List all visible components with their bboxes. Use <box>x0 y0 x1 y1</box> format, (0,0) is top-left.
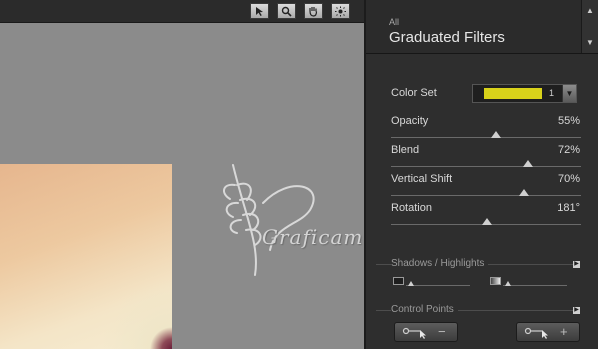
blend-slider-thumb[interactable] <box>522 160 533 167</box>
vertical-shift-label: Vertical Shift <box>391 173 453 185</box>
expand-arrow-icon[interactable]: ▶ <box>573 307 580 314</box>
color-set-swatch <box>484 88 542 99</box>
color-set-value: 1 <box>549 88 555 98</box>
highlights-slider[interactable] <box>503 285 567 286</box>
zoom-icon[interactable] <box>277 3 296 19</box>
scroll-down-icon[interactable]: ▼ <box>582 38 598 47</box>
filter-header: All Graduated Filters ▲ ▼ <box>366 0 598 54</box>
canvas-toolbar <box>0 0 364 23</box>
plus-icon: + <box>560 324 568 339</box>
opacity-slider[interactable] <box>391 131 581 138</box>
filter-scroll: ▲ ▼ <box>581 0 598 53</box>
scroll-up-icon[interactable]: ▲ <box>582 6 598 15</box>
rotation-label: Rotation <box>391 202 432 214</box>
blend-value: 72% <box>557 144 580 156</box>
highlights-slider-thumb[interactable] <box>505 281 511 286</box>
filter-title[interactable]: Graduated Filters <box>389 29 505 46</box>
image-preview <box>0 164 172 349</box>
control-point-icon <box>402 327 426 339</box>
vertical-shift-slider-thumb[interactable] <box>519 189 529 196</box>
shadows-highlights-header[interactable]: Shadows / Highlights <box>391 258 489 269</box>
color-set-dropdown[interactable]: 1 ▼ <box>472 84 577 103</box>
shadows-slider[interactable] <box>406 285 470 286</box>
rotation-value: 181° <box>557 202 580 214</box>
vertical-shift-value: 70% <box>557 173 580 185</box>
blend-slider[interactable] <box>391 160 581 167</box>
filter-category: All <box>389 17 400 27</box>
hand-pan-icon[interactable] <box>304 3 323 19</box>
filter-panel: All Graduated Filters ▲ ▼ Color Set 1 ▼ … <box>364 0 598 349</box>
highlights-swatch[interactable] <box>490 277 501 285</box>
control-points-header[interactable]: Control Points <box>391 304 458 315</box>
add-control-point-button[interactable]: + <box>516 322 580 342</box>
dropdown-arrow-icon[interactable]: ▼ <box>562 85 576 102</box>
remove-control-point-button[interactable]: − <box>394 322 458 342</box>
vertical-shift-slider[interactable] <box>391 189 581 196</box>
control-point-icon <box>524 327 548 339</box>
rotation-slider[interactable] <box>391 218 581 225</box>
opacity-label: Opacity <box>391 115 429 127</box>
expand-arrow-icon[interactable]: ▶ <box>573 261 580 268</box>
blend-label: Blend <box>391 144 420 156</box>
spot-light-icon[interactable] <box>331 3 350 19</box>
opacity-slider-thumb[interactable] <box>490 131 501 138</box>
select-arrow-icon[interactable] <box>250 3 269 19</box>
shadows-swatch[interactable] <box>393 277 404 285</box>
minus-icon: − <box>438 324 446 339</box>
opacity-value: 55% <box>557 115 580 127</box>
color-set-label: Color Set <box>391 87 437 99</box>
shadows-slider-thumb[interactable] <box>408 281 414 286</box>
rotation-slider-thumb[interactable] <box>481 218 492 225</box>
